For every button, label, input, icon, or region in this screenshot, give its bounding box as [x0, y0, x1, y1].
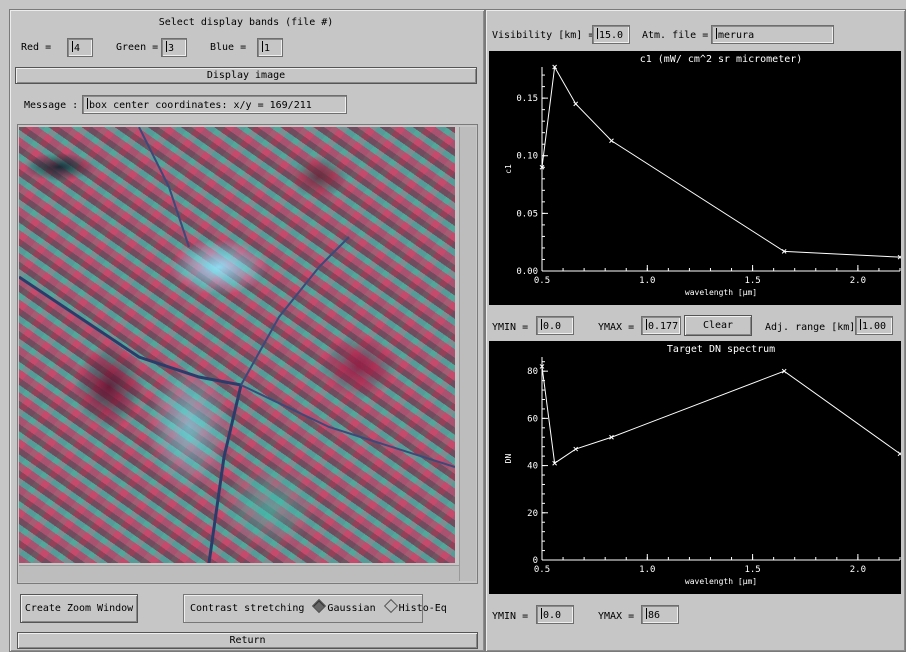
atm-file-label: Atm. file =: [642, 30, 709, 41]
x-axis-label: wavelength [µm]: [685, 288, 757, 297]
y-tick-label: 40: [527, 462, 538, 472]
y-tick-label: 20: [527, 509, 538, 519]
ymin-label-2: YMIN =: [492, 611, 529, 622]
chart-title: Target DN spectrum: [667, 344, 775, 355]
y-tick-label: 60: [527, 414, 538, 424]
series-line: [541, 366, 901, 465]
river-lines: [19, 127, 455, 563]
blue-band-input[interactable]: 1: [257, 38, 283, 57]
display-image-button[interactable]: Display image: [15, 67, 477, 84]
chart-title: c1 (mW/ cm^2 sr micrometer): [640, 54, 803, 65]
contrast-group: Contrast stretching Gaussian Histo-Eq: [183, 594, 447, 623]
data-point: [609, 138, 614, 144]
visibility-input[interactable]: 15.0: [592, 25, 630, 44]
bands-title: Select display bands (file #): [158, 17, 334, 28]
adj-range-input[interactable]: 1.00: [855, 316, 893, 335]
y-tick-label: 0.00: [516, 267, 538, 277]
satellite-image[interactable]: [19, 127, 455, 563]
x-tick-label: 0.5: [534, 276, 550, 286]
ymax-label-2: YMAX =: [598, 611, 635, 622]
contrast-label: Contrast stretching: [190, 603, 305, 614]
x-tick-label: 0.5: [534, 565, 550, 575]
histo-eq-label: Histo-Eq: [398, 603, 447, 614]
green-label: Green =: [116, 42, 159, 53]
x-tick-label: 1.5: [744, 565, 760, 575]
x-tick-label: 2.0: [850, 565, 866, 575]
y-axis-label: c1: [504, 164, 513, 174]
c1-plot: c1 (mW/ cm^2 sr micrometer) 0.5 1.0 1.5 2.0 0…: [489, 51, 901, 305]
y-tick-label: 0: [533, 556, 538, 566]
x-tick-label: 1.0: [639, 276, 655, 286]
image-vertical-scrollbar[interactable]: [459, 127, 476, 581]
data-point: [781, 368, 787, 374]
y-axis-label: DN: [504, 454, 513, 464]
y-tick-label: 80: [527, 367, 538, 377]
ymin-input-1[interactable]: 0.0: [536, 316, 574, 335]
ymin-label-1: YMIN =: [492, 322, 529, 333]
x-axis-label: wavelength [µm]: [685, 577, 757, 586]
c1-chart-svg: c1 (mW/ cm^2 sr micrometer) 0.5 1.0 1.5 2.0 0…: [504, 54, 901, 297]
return-button[interactable]: Return: [17, 632, 478, 649]
adj-range-label: Adj. range [km]=: [765, 322, 862, 333]
x-tick-label: 1.0: [639, 565, 655, 575]
red-label: Red =: [21, 42, 52, 53]
dn-plot: Target DN spectrum 0.5 1.0 1.5 2.0 0 20 40 60 80 w…: [489, 341, 901, 594]
ymin-input-2[interactable]: 0.0: [536, 605, 574, 624]
green-band-input[interactable]: 3: [161, 38, 187, 57]
gaussian-radio[interactable]: Gaussian: [310, 598, 376, 614]
visibility-label: Visibility [km] =: [492, 30, 595, 41]
ymax-input-2[interactable]: 86: [641, 605, 679, 624]
histo-eq-radio[interactable]: Histo-Eq: [382, 598, 447, 614]
create-zoom-window-button[interactable]: Create Zoom Window: [20, 594, 138, 623]
x-tick-label: 2.0: [850, 276, 866, 286]
image-horizontal-scrollbar[interactable]: [19, 565, 459, 582]
dn-chart-svg: Target DN spectrum 0.5 1.0 1.5 2.0 0 20 40 60 80 w…: [504, 344, 901, 586]
x-tick-label: 1.5: [744, 276, 760, 286]
y-tick-label: 0.15: [516, 94, 538, 104]
radio-selected-icon: [312, 598, 327, 614]
message-field: box center coordinates: x/y = 169/211: [82, 95, 347, 114]
message-label: Message :: [24, 100, 79, 111]
series-line: [541, 65, 901, 258]
gaussian-label: Gaussian: [327, 603, 376, 614]
clear-screen-button[interactable]: Clear screen: [684, 315, 752, 350]
ymax-input-1[interactable]: 0.177: [641, 316, 681, 335]
y-tick-label: 0.05: [516, 209, 538, 219]
data-point: [897, 451, 901, 457]
atm-file-input[interactable]: merura: [711, 25, 834, 44]
radio-unselected-icon: [383, 598, 398, 614]
blue-label: Blue =: [210, 42, 247, 53]
red-band-input[interactable]: 4: [67, 38, 93, 57]
data-point: [573, 101, 579, 107]
y-tick-label: 0.10: [516, 152, 538, 162]
ymax-label-1: YMAX =: [598, 322, 635, 333]
